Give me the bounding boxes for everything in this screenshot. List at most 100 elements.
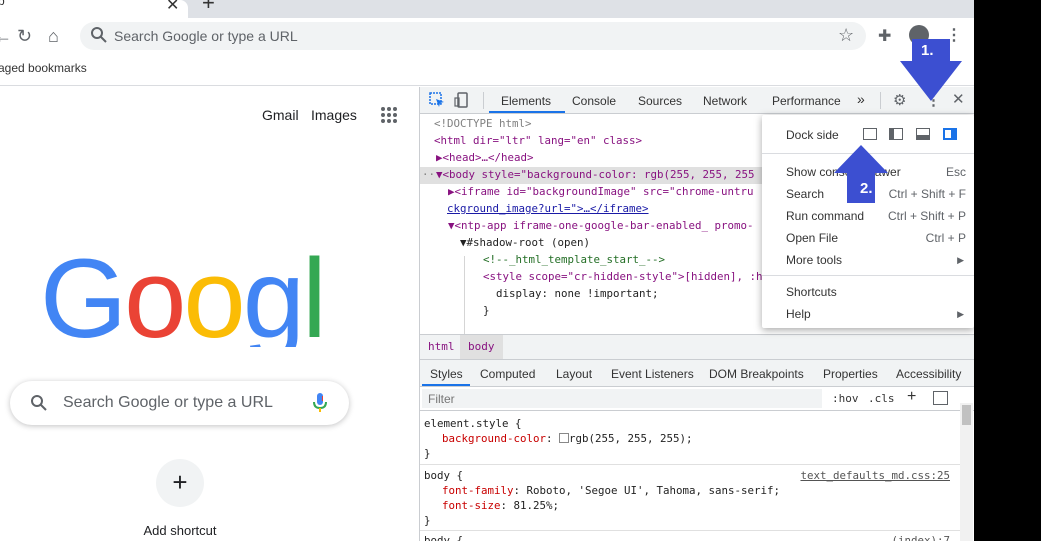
reload-icon[interactable]: ↻ (17, 26, 32, 46)
class-toggle-button[interactable]: .cls (868, 392, 895, 405)
tab-layout[interactable]: Layout (556, 367, 592, 381)
logo-letter: g (243, 237, 302, 347)
css-property-value[interactable]: rgb(255, 255, 255); (569, 432, 693, 445)
menu-item-shortcut: Ctrl + Shift + F (888, 187, 966, 201)
menu-item-label: Help (786, 307, 811, 321)
browser-tab[interactable]: b ✕ (0, 0, 188, 18)
rule-close-brace: } (424, 447, 431, 460)
hover-state-button[interactable]: :hov (832, 392, 859, 405)
dock-side-label: Dock side (786, 128, 839, 142)
active-tab-indicator (489, 111, 565, 113)
annotation-step-1: 1. (921, 42, 934, 59)
scrollbar-thumb[interactable] (962, 405, 971, 425)
tree-guide-line (464, 256, 465, 334)
dom-node-ntp-app[interactable]: ▼<ntp-app iframe-one-google-bar-enabled_… (448, 218, 754, 235)
styles-scrollbar[interactable] (960, 403, 973, 541)
styles-filter-input[interactable] (422, 389, 822, 408)
home-icon[interactable]: ⌂ (48, 26, 59, 46)
toggle-sidebar-icon[interactable] (933, 391, 948, 405)
dom-node-html[interactable]: <html dir="ltr" lang="en" class> (434, 133, 642, 150)
gmail-link[interactable]: Gmail (262, 107, 299, 123)
dom-node-doctype[interactable]: <!DOCTYPE html> (434, 116, 532, 133)
style-declaration[interactable]: font-family: Roboto, 'Segoe UI', Tahoma,… (442, 483, 780, 498)
tab-properties[interactable]: Properties (823, 367, 878, 381)
logo-letter: o (124, 237, 183, 347)
svg-text:Google: Google (40, 237, 320, 347)
breadcrumb-body[interactable]: body (460, 335, 503, 359)
css-property-value[interactable]: 81.25%; (514, 499, 560, 512)
undock-icon[interactable] (863, 128, 877, 140)
dom-node-iframe-src[interactable]: ckground_image?url=">…</iframe> (447, 201, 649, 218)
new-style-rule-button[interactable]: + (907, 388, 916, 406)
css-property-name[interactable]: background-color (442, 432, 546, 445)
images-link[interactable]: Images (311, 107, 357, 123)
tab-computed[interactable]: Computed (480, 367, 535, 381)
css-property-value[interactable]: Roboto, 'Segoe UI', Tahoma, sans-serif; (527, 484, 781, 497)
tab-network[interactable]: Network (703, 94, 747, 108)
extensions-icon[interactable]: ✚ (878, 26, 891, 46)
add-shortcut-label: Add shortcut (143, 523, 217, 538)
tab-elements[interactable]: Elements (501, 94, 551, 108)
body-selector[interactable]: body { (424, 468, 463, 483)
dom-node-iframe[interactable]: ▶<iframe id="backgroundImage" src="chrom… (448, 184, 754, 201)
submenu-arrow-icon: ▶ (957, 255, 964, 265)
stylesheet-source-link[interactable]: (index):7 (891, 533, 950, 541)
google-logo: Google (40, 237, 320, 347)
tab-sources[interactable]: Sources (638, 94, 682, 108)
screen-edge (974, 0, 1041, 541)
tab-accessibility[interactable]: Accessibility (896, 367, 961, 381)
rule-divider (420, 464, 960, 465)
styles-pane-tabs: Styles Computed Layout Event Listeners D… (420, 360, 974, 387)
dom-node-head[interactable]: ▶<head>…</head> (436, 150, 534, 167)
rule-close-brace: } (424, 514, 431, 527)
managed-bookmarks-folder[interactable]: aged bookmarks (0, 61, 87, 75)
style-declaration[interactable]: font-size: 81.25%; (442, 498, 559, 513)
stylesheet-source-link[interactable]: text_defaults_md.css:25 (800, 468, 950, 483)
css-property-name[interactable]: font-family (442, 484, 514, 497)
address-bar[interactable]: Search Google or type a URL ☆ (80, 22, 866, 50)
tab-performance[interactable]: Performance (772, 94, 841, 108)
dom-node-style[interactable]: <style scope="cr-hidden-style">[hidden],… (483, 269, 763, 286)
tab-console[interactable]: Console (572, 94, 616, 108)
tab-event-listeners[interactable]: Event Listeners (611, 367, 694, 381)
toolbar-divider (483, 92, 484, 109)
add-shortcut-button[interactable]: + (156, 459, 204, 507)
menu-item-label: Shortcuts (786, 285, 837, 299)
body-selector[interactable]: body { (424, 533, 463, 541)
device-toolbar-icon[interactable] (454, 92, 470, 108)
tab-styles[interactable]: Styles (430, 367, 463, 381)
menu-item-label: Run command (786, 209, 865, 223)
dom-node-body[interactable]: ▼<body style="background-color: rgb(255,… (436, 167, 755, 184)
menu-item-label: Open File (786, 231, 839, 245)
style-declaration[interactable]: background-color: rgb(255, 255, 255); (442, 431, 693, 446)
annotation-step-2: 2. (860, 180, 873, 197)
inspect-element-icon[interactable] (429, 92, 445, 108)
more-tabs-icon[interactable]: » (857, 91, 865, 107)
rule-divider (420, 530, 960, 531)
screen: b ✕ + ← ↻ ⌂ Search Google or type a URL … (0, 0, 1041, 541)
devtools-toolbar: Elements Console Sources Network Perform… (420, 87, 974, 114)
breadcrumb-html[interactable]: html (420, 335, 463, 359)
new-tab-button[interactable]: + (202, 0, 215, 14)
tab-strip: b ✕ + (0, 0, 974, 18)
dock-bottom-icon[interactable] (916, 128, 930, 140)
search-box[interactable]: Search Google or type a URL (10, 381, 349, 425)
apps-grid-icon[interactable] (380, 106, 398, 124)
dock-right-icon[interactable] (943, 128, 957, 140)
color-swatch[interactable] (559, 433, 570, 443)
tab-close-icon[interactable]: ✕ (166, 0, 179, 15)
dom-node-shadow-root[interactable]: ▼#shadow-root (open) (460, 235, 590, 252)
dock-left-icon[interactable] (889, 128, 903, 140)
element-style-selector[interactable]: element.style { (424, 416, 522, 431)
back-icon[interactable]: ← (0, 26, 12, 46)
microphone-icon[interactable] (313, 393, 327, 413)
address-bar-placeholder: Search Google or type a URL (114, 28, 298, 44)
search-icon (31, 395, 47, 411)
breadcrumb: html body (420, 334, 974, 360)
css-property-name[interactable]: font-size (442, 499, 501, 512)
style-rules: element.style { background-color: rgb(25… (420, 411, 960, 541)
dom-node-comment[interactable]: <!--_html_template_start_--> (483, 252, 665, 269)
bookmark-star-icon[interactable]: ☆ (838, 25, 854, 46)
menu-item-shortcut: Ctrl + P (925, 231, 966, 245)
tab-dom-breakpoints[interactable]: DOM Breakpoints (709, 367, 804, 381)
